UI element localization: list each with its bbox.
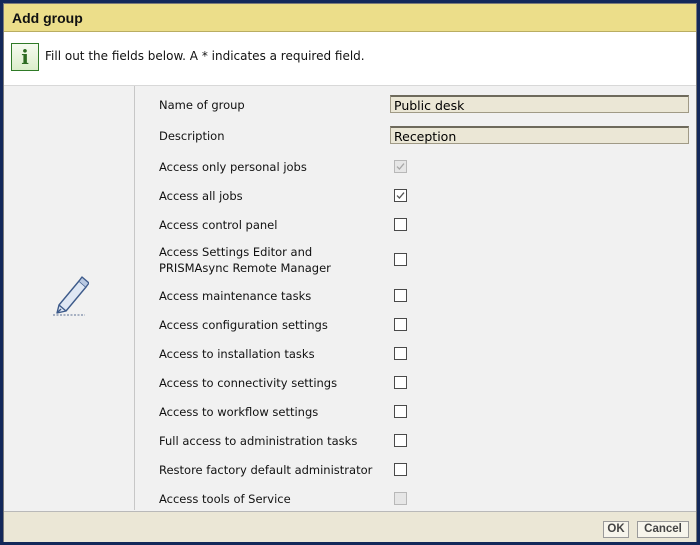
perm-personal-jobs-checkbox[interactable] — [394, 160, 407, 173]
group-form: Name of group Public desk Description Re… — [135, 86, 696, 510]
add-group-dialog: Add group i Fill out the fields below. A… — [3, 3, 697, 542]
perm-maintenance-checkbox[interactable] — [394, 289, 407, 302]
info-icon: i — [11, 43, 39, 71]
perm-installation-label: Access to installation tasks — [159, 347, 315, 361]
description-label: Description — [159, 129, 225, 143]
perm-service-tools-label: Access tools of Service — [159, 492, 291, 506]
perm-personal-jobs-label: Access only personal jobs — [159, 160, 307, 174]
perm-settings-editor-label-line2: PRISMAsync Remote Manager — [159, 261, 331, 275]
button-bar: OK Cancel — [4, 511, 696, 542]
perm-workflow-checkbox[interactable] — [394, 405, 407, 418]
perm-all-jobs-checkbox[interactable] — [394, 189, 407, 202]
perm-configuration-checkbox[interactable] — [394, 318, 407, 331]
perm-restore-default-label: Restore factory default administrator — [159, 463, 373, 477]
perm-control-panel-label: Access control panel — [159, 218, 278, 232]
info-bar: i Fill out the fields below. A * indicat… — [4, 32, 696, 86]
name-of-group-input[interactable]: Public desk — [390, 95, 689, 113]
cancel-button[interactable]: Cancel — [637, 521, 689, 538]
perm-connectivity-checkbox[interactable] — [394, 376, 407, 389]
info-message: Fill out the fields below. A * indicates… — [45, 49, 365, 63]
perm-configuration-label: Access configuration settings — [159, 318, 328, 332]
perm-connectivity-label: Access to connectivity settings — [159, 376, 338, 390]
perm-workflow-label: Access to workflow settings — [159, 405, 319, 419]
perm-installation-checkbox[interactable] — [394, 347, 407, 360]
perm-restore-default-checkbox[interactable] — [394, 463, 407, 476]
perm-all-jobs-label: Access all jobs — [159, 189, 243, 203]
perm-settings-editor-label-line1: Access Settings Editor and — [159, 245, 313, 259]
dialog-title: Add group — [12, 10, 83, 26]
perm-full-admin-checkbox[interactable] — [394, 434, 407, 447]
ok-button[interactable]: OK — [603, 521, 629, 538]
name-of-group-label: Name of group — [159, 98, 245, 112]
perm-maintenance-label: Access maintenance tasks — [159, 289, 312, 303]
perm-service-tools-checkbox[interactable] — [394, 492, 407, 505]
side-panel — [4, 86, 135, 510]
perm-full-admin-label: Full access to administration tasks — [159, 434, 358, 448]
perm-control-panel-checkbox[interactable] — [394, 218, 407, 231]
perm-settings-editor-checkbox[interactable] — [394, 253, 407, 266]
pencil-edit-icon — [53, 276, 89, 316]
description-input[interactable]: Reception — [390, 126, 689, 144]
title-bar: Add group — [4, 4, 696, 32]
